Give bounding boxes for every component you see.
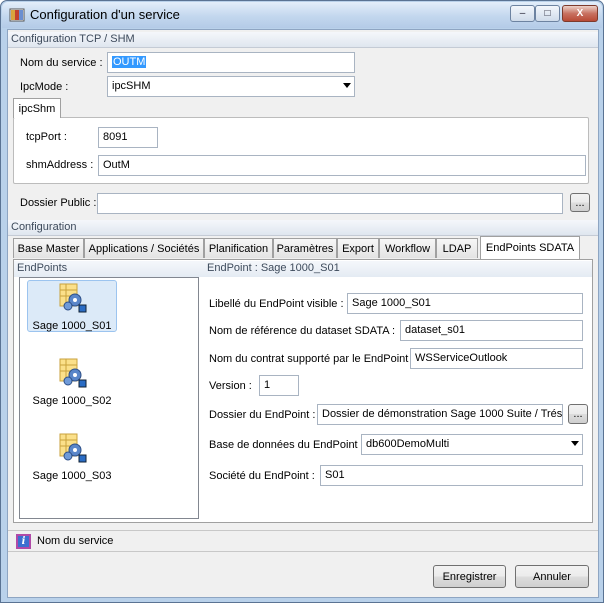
- societe-label: Société du EndPoint :: [209, 470, 315, 482]
- endpoints-tab-panel: EndPoints EndPoint : Sage 1000_S01 Sage …: [13, 259, 593, 523]
- shmaddress-label: shmAddress :: [26, 159, 94, 171]
- tcpport-label: tcpPort :: [26, 131, 67, 143]
- app-icon: [9, 8, 25, 22]
- ipcshm-panel: tcpPort : 8091 shmAddress : OutM: [13, 117, 589, 184]
- dossier-browse-button[interactable]: ...: [568, 404, 588, 424]
- tab-parametres[interactable]: Paramètres: [273, 238, 337, 258]
- version-label: Version :: [209, 380, 252, 392]
- chevron-down-icon: [343, 83, 351, 88]
- status-bar: i Nom du service: [8, 530, 598, 552]
- bdd-label: Base de données du EndPoint :: [209, 439, 364, 451]
- tcpport-input[interactable]: 8091: [98, 127, 158, 148]
- cancel-button[interactable]: Annuler: [515, 565, 589, 588]
- endpoint-label: Sage 1000_S03: [32, 470, 112, 482]
- close-button[interactable]: X: [562, 5, 598, 22]
- endpoint-item-s03[interactable]: Sage 1000_S03: [27, 431, 117, 482]
- service-name-input[interactable]: OUTM: [107, 52, 355, 73]
- save-button[interactable]: Enregistrer: [433, 565, 506, 588]
- endpoint-detail-header: EndPoint : Sage 1000_S01: [204, 261, 592, 277]
- dialog-window: Configuration d'un service ‒ □ X Configu…: [0, 0, 604, 603]
- info-icon: i: [16, 534, 31, 549]
- client-area: Configuration TCP / SHM Nom du service :…: [7, 29, 599, 598]
- tab-ipcshm[interactable]: ipcShm: [13, 98, 61, 118]
- public-folder-input[interactable]: [97, 193, 563, 214]
- title-bar[interactable]: Configuration d'un service ‒ □ X: [2, 2, 602, 28]
- config-tabstrip: Base Master Applications / Sociétés Plan…: [13, 236, 593, 260]
- public-folder-label: Dossier Public :: [20, 197, 97, 209]
- endpoint-gear-icon: [59, 283, 87, 313]
- tab-planification[interactable]: Planification: [204, 238, 273, 258]
- contrat-label: Nom du contrat supporté par le EndPoint …: [209, 353, 415, 365]
- tab-endpoints-sdata[interactable]: EndPoints SDATA: [480, 236, 580, 259]
- endpoint-label: Sage 1000_S01: [32, 320, 112, 332]
- dataset-input[interactable]: dataset_s01: [400, 320, 583, 341]
- endpoint-gear-icon: [59, 358, 87, 388]
- dataset-label: Nom de référence du dataset SDATA :: [209, 325, 396, 337]
- societe-input[interactable]: S01: [320, 465, 583, 486]
- endpoint-item-s02[interactable]: Sage 1000_S02: [27, 356, 117, 407]
- endpoints-list-header: EndPoints: [14, 261, 204, 277]
- endpoints-list[interactable]: Sage 1000_S01 Sage 1000_S02 Sage 1000_S0…: [19, 277, 199, 519]
- tab-export[interactable]: Export: [337, 238, 379, 258]
- minimize-button[interactable]: ‒: [510, 5, 535, 22]
- public-folder-browse-button[interactable]: ...: [570, 193, 590, 212]
- version-input[interactable]: 1: [259, 375, 299, 396]
- status-text: Nom du service: [37, 535, 114, 547]
- maximize-button[interactable]: □: [535, 5, 560, 22]
- dossier-label: Dossier du EndPoint :: [209, 409, 316, 421]
- libelle-input[interactable]: Sage 1000_S01: [347, 293, 583, 314]
- section-header-tcp: Configuration TCP / SHM: [8, 32, 598, 48]
- tab-applications-societes[interactable]: Applications / Sociétés: [84, 238, 204, 258]
- endpoint-label: Sage 1000_S02: [32, 395, 112, 407]
- endpoint-gear-icon: [59, 433, 87, 463]
- endpoint-item-s01[interactable]: Sage 1000_S01: [27, 280, 117, 332]
- contrat-input[interactable]: WSServiceOutlook: [410, 348, 583, 369]
- tab-base-master[interactable]: Base Master: [13, 238, 84, 258]
- chevron-down-icon: [571, 441, 579, 446]
- bdd-select[interactable]: db600DemoMulti: [361, 434, 583, 455]
- service-name-label: Nom du service :: [20, 57, 103, 69]
- window-title: Configuration d'un service: [30, 7, 180, 22]
- tab-ldap[interactable]: LDAP: [436, 238, 478, 258]
- ipcmode-label: IpcMode :: [20, 81, 69, 93]
- tab-workflow[interactable]: Workflow: [379, 238, 436, 258]
- shmaddress-input[interactable]: OutM: [98, 155, 586, 176]
- dossier-input[interactable]: Dossier de démonstration Sage 1000 Suite…: [317, 404, 563, 425]
- libelle-label: Libellé du EndPoint visible :: [209, 298, 344, 310]
- ipcmode-select[interactable]: ipcSHM: [107, 76, 355, 97]
- section-header-configuration: Configuration: [8, 220, 598, 236]
